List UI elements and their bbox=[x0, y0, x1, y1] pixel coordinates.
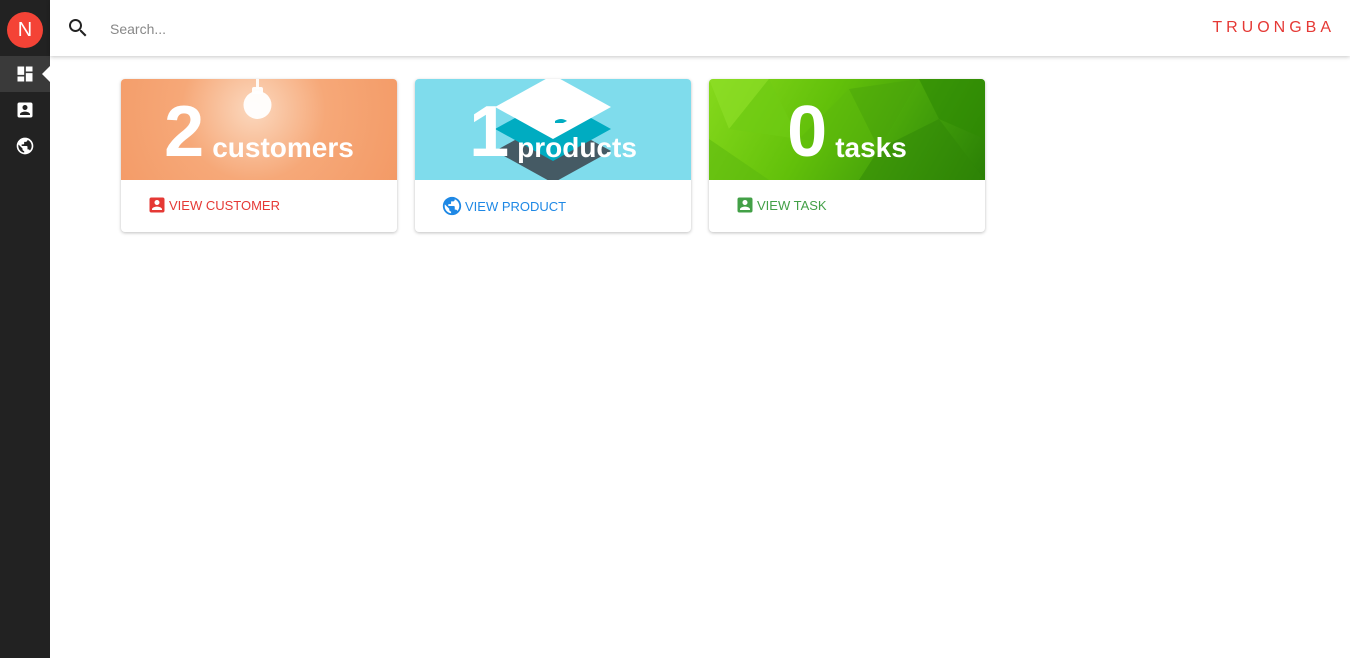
view-task-link[interactable]: VIEW TASK bbox=[735, 195, 827, 215]
search-input[interactable] bbox=[108, 16, 712, 42]
customers-card: 2 customers VIEW CUSTOMER bbox=[121, 79, 397, 232]
products-unit-label: products bbox=[517, 132, 637, 163]
customers-count: 2 bbox=[164, 92, 205, 172]
tasks-unit-label: tasks bbox=[835, 132, 907, 163]
products-count: 1 bbox=[469, 92, 510, 172]
products-card-banner: 1 products bbox=[415, 79, 691, 180]
user-avatar[interactable]: N bbox=[7, 12, 43, 48]
contact-card-icon bbox=[17, 102, 33, 118]
view-customer-label: VIEW CUSTOMER bbox=[169, 197, 280, 213]
sidebar: N bbox=[0, 0, 50, 658]
sidebar-item-products[interactable] bbox=[0, 128, 50, 164]
customers-stat: 2 customers bbox=[121, 79, 397, 180]
globe-icon bbox=[16, 137, 34, 155]
products-card: 1 products VIEW PRODUCT bbox=[415, 79, 691, 232]
customers-card-banner: 2 customers bbox=[121, 79, 397, 180]
view-customer-link[interactable]: VIEW CUSTOMER bbox=[147, 195, 280, 215]
sidebar-item-customers[interactable] bbox=[0, 92, 50, 128]
top-bar: TRUONGBA bbox=[50, 0, 1350, 56]
globe-icon bbox=[442, 196, 462, 216]
view-product-label: VIEW PRODUCT bbox=[465, 198, 567, 214]
contact-card-icon bbox=[737, 197, 753, 213]
products-stat: 1 products bbox=[415, 79, 691, 180]
brand-logo[interactable]: TRUONGBA bbox=[1212, 19, 1335, 37]
view-task-label: VIEW TASK bbox=[757, 197, 827, 213]
dashboard-icon bbox=[17, 66, 33, 82]
tasks-card-banner: 0 tasks bbox=[709, 79, 985, 180]
tasks-card: 0 tasks VIEW TASK bbox=[709, 79, 985, 232]
tasks-count: 0 bbox=[787, 92, 828, 172]
sidebar-item-dashboard[interactable] bbox=[0, 56, 50, 92]
view-product-link[interactable]: VIEW PRODUCT bbox=[441, 195, 566, 217]
search-icon[interactable] bbox=[66, 16, 90, 40]
customers-unit-label: customers bbox=[212, 132, 354, 163]
tasks-stat: 0 tasks bbox=[709, 79, 985, 180]
contact-card-icon bbox=[149, 197, 165, 213]
